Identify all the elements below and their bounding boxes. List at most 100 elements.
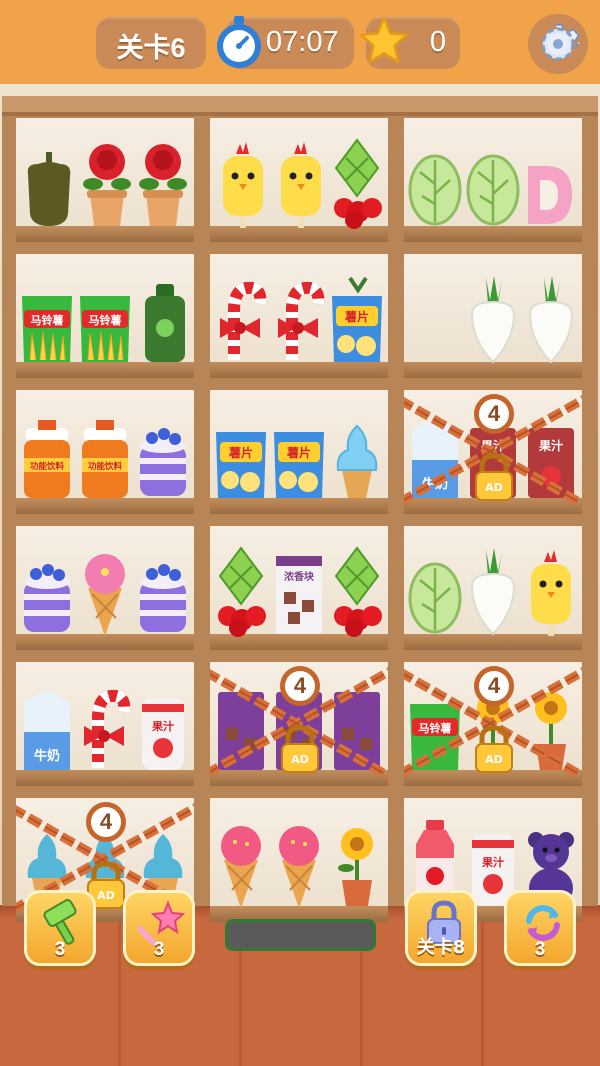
product-label: 功能饮料 xyxy=(30,461,65,472)
rose-pot-item[interactable] xyxy=(134,134,192,230)
unlock-count-badge: 4 xyxy=(474,666,514,706)
candy-cane-bow-item[interactable] xyxy=(76,678,134,774)
potato-chips-bag-item[interactable]: 马铃薯 xyxy=(18,270,76,366)
ice-cream-cone-item[interactable] xyxy=(212,814,270,910)
shuffle-count: 3 xyxy=(534,939,546,960)
shelf-slot[interactable]: 功能饮料 功能饮料 xyxy=(16,390,194,514)
shelf-slot[interactable] xyxy=(16,118,194,242)
timer-display: 07:07 xyxy=(217,16,354,69)
shelf-slot[interactable] xyxy=(404,254,582,378)
gear-icon xyxy=(541,24,580,61)
shelf-crown xyxy=(2,96,598,116)
unlock-level-button[interactable]: 关卡8 xyxy=(405,890,477,966)
product-label: 浓香块 xyxy=(284,570,315,583)
shelf-slot[interactable]: 薯片 xyxy=(210,254,388,378)
ad-label: AD xyxy=(485,481,503,494)
ice-cream-cone-item[interactable] xyxy=(76,542,134,638)
cabbage-item[interactable] xyxy=(406,134,464,230)
locked-shelf-slot[interactable]: 4 AD xyxy=(210,662,388,786)
ad-label: AD xyxy=(485,753,503,766)
radish-item[interactable] xyxy=(522,270,580,366)
product-label: 果汁 xyxy=(481,855,504,869)
unlock-count-badge: 4 xyxy=(474,394,514,434)
product-label: 薯片 xyxy=(286,445,311,460)
padlock-icon: AD xyxy=(281,725,319,773)
settings-button[interactable] xyxy=(528,14,588,74)
chips-bag-item[interactable]: 薯片 xyxy=(212,406,270,502)
product-label: 马铃薯 xyxy=(31,313,64,327)
product-label: 薯片 xyxy=(344,309,369,324)
shelf-slot[interactable]: 牛奶 果汁 xyxy=(16,662,194,786)
milk-carton-item[interactable]: 牛奶 xyxy=(18,678,76,774)
locked-shelf-slot[interactable]: 马铃薯 4 AD xyxy=(404,662,582,786)
shelf-slot[interactable] xyxy=(210,798,388,922)
chips-bag-item[interactable]: 薯片 xyxy=(328,270,386,366)
cabbage-item[interactable] xyxy=(464,134,522,230)
shelf-slot[interactable] xyxy=(404,526,582,650)
product-label: 薯片 xyxy=(228,445,253,460)
pineapple-cherry-item[interactable] xyxy=(328,542,386,638)
rose-pot-item[interactable] xyxy=(78,134,136,230)
chocolate-carton-item[interactable]: 浓香块 xyxy=(270,542,328,638)
pineapple-cherry-item[interactable] xyxy=(212,542,270,638)
product-label: 马铃薯 xyxy=(89,313,122,327)
potato-chips-bag-item[interactable]: 马铃薯 xyxy=(76,270,134,366)
candy-cane-bow-item[interactable] xyxy=(270,270,328,366)
blueberry-cake-item[interactable] xyxy=(134,406,192,502)
shelf-slot[interactable] xyxy=(210,118,388,242)
unlock-count-badge: 4 xyxy=(280,666,320,706)
bell-pepper-item[interactable] xyxy=(20,134,78,230)
blueberry-cake-item[interactable] xyxy=(134,542,192,638)
star-count: 0 xyxy=(429,26,446,58)
shelf-slot[interactable]: 浓香块 xyxy=(210,526,388,650)
unlock-count-badge: 4 xyxy=(86,802,126,842)
chain-lock-overlay[interactable]: 4 AD xyxy=(404,390,582,514)
shuffle-button[interactable]: 3 xyxy=(504,890,576,966)
match-progress-bar xyxy=(225,919,376,951)
magic-wand-count: 3 xyxy=(153,939,165,960)
padlock-icon: AD xyxy=(475,453,513,501)
hammer-button[interactable]: 3 xyxy=(24,890,96,966)
ad-label: AD xyxy=(291,753,309,766)
unlock-level-label: 关卡8 xyxy=(416,937,466,958)
chick-popsicle-item[interactable] xyxy=(214,134,272,230)
soft-serve-cone-item[interactable] xyxy=(328,406,386,502)
sports-drink-jug-item[interactable]: 功能饮料 xyxy=(76,406,134,502)
radish-item[interactable] xyxy=(464,542,522,638)
radish-item[interactable] xyxy=(464,270,522,366)
level-label: 关卡6 xyxy=(116,33,186,63)
letter-d-donut-item[interactable] xyxy=(520,134,578,230)
blueberry-cake-item[interactable] xyxy=(18,542,76,638)
star-icon xyxy=(359,16,409,64)
shelf-slot[interactable] xyxy=(16,526,194,650)
chips-bag-item[interactable]: 薯片 xyxy=(270,406,328,502)
level-indicator: 关卡6 xyxy=(96,17,206,69)
magic-wand-button[interactable]: 3 xyxy=(123,890,195,966)
juice-can-item[interactable]: 果汁 xyxy=(134,678,192,774)
pineapple-cherry-item[interactable] xyxy=(328,134,386,230)
hammer-count: 3 xyxy=(54,939,66,960)
top-hud: 关卡6 07:07 0 xyxy=(0,0,600,84)
product-label: 牛奶 xyxy=(34,748,60,764)
cabbage-item[interactable] xyxy=(406,542,464,638)
sports-drink-jug-item[interactable]: 功能饮料 xyxy=(18,406,76,502)
product-label: 果汁 xyxy=(151,719,174,733)
sunflower-pot-item[interactable] xyxy=(328,814,386,910)
star-counter: 0 xyxy=(359,16,460,69)
chick-popsicle-item[interactable] xyxy=(272,134,330,230)
chain-lock-overlay[interactable]: 4 AD xyxy=(404,662,582,786)
ice-cream-cone-item[interactable] xyxy=(270,814,328,910)
stopwatch-icon xyxy=(217,16,261,68)
padlock-icon: AD xyxy=(475,725,513,773)
apple-juice-bottle-item[interactable] xyxy=(136,270,194,366)
candy-cane-bow-item[interactable] xyxy=(212,270,270,366)
shelf-slot[interactable]: 马铃薯 马铃薯 xyxy=(16,254,194,378)
shelf-slot[interactable] xyxy=(404,118,582,242)
product-label: 功能饮料 xyxy=(88,461,123,472)
locked-shelf-slot[interactable]: 牛奶 果汁 果汁 4 AD xyxy=(404,390,582,514)
shelf-slot[interactable]: 薯片 薯片 xyxy=(210,390,388,514)
chain-lock-overlay[interactable]: 4 AD xyxy=(210,662,388,786)
ad-label: AD xyxy=(97,889,115,902)
chick-popsicle-item[interactable] xyxy=(522,542,580,638)
timer-value: 07:07 xyxy=(266,26,339,58)
